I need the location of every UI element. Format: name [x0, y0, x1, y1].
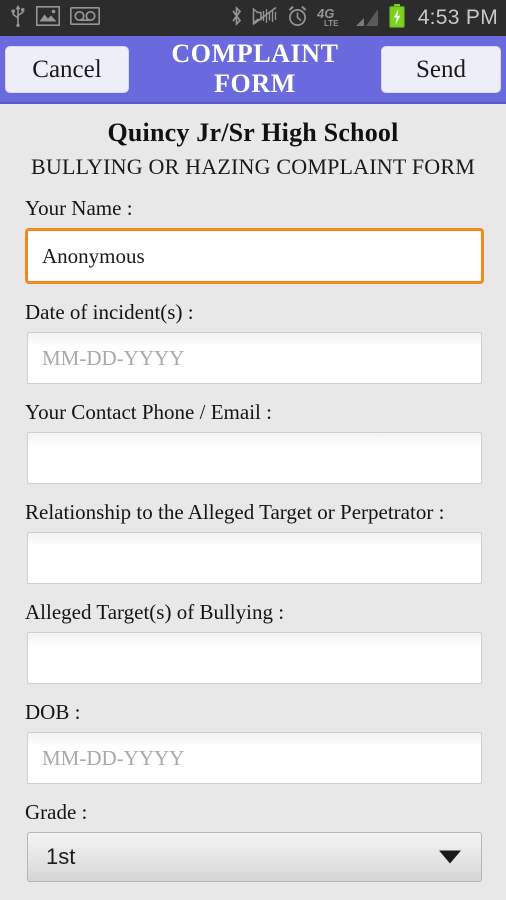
page-title: COMPLAINT FORM: [171, 39, 339, 98]
field-label: Date of incident(s) :: [25, 300, 194, 324]
field-row: Your Name :: [25, 196, 484, 284]
text-input[interactable]: [27, 732, 482, 784]
status-bar-clock: 4:53 PM: [417, 6, 498, 29]
image-icon: [36, 5, 60, 31]
send-button[interactable]: Send: [381, 45, 501, 93]
signal-bars-icon: [354, 5, 380, 32]
form-subtitle: BULLYING OR HAZING COMPLAINT FORM: [30, 154, 475, 179]
voicemail-icon: [70, 6, 100, 30]
app-header: Cancel COMPLAINT FORM Send: [0, 36, 506, 104]
field-row: Your Contact Phone / Email :: [25, 400, 482, 484]
field-row: Relationship to the Alleged Target or Pe…: [25, 500, 482, 584]
bluetooth-icon: [230, 5, 243, 32]
form-scroll-area[interactable]: Quincy Jr/Sr High School BULLYING OR HAZ…: [0, 104, 506, 900]
chevron-down-icon: [439, 850, 461, 864]
status-bar-left-icons: [10, 4, 100, 32]
battery-charging-icon: [388, 3, 405, 33]
field-row: DOB :: [25, 700, 482, 784]
grade-select[interactable]: 1st: [27, 832, 482, 882]
text-input[interactable]: [27, 632, 482, 684]
field-label: DOB :: [25, 700, 81, 724]
field-row: Alleged Target(s) of Bullying :: [25, 600, 482, 684]
text-input[interactable]: [27, 332, 482, 384]
grade-select-value: 1st: [46, 844, 76, 869]
text-input[interactable]: [27, 532, 482, 584]
alarm-icon: [287, 5, 308, 32]
status-bar-right-icons: 4G LTE 4:53 PM: [230, 3, 498, 33]
field-label: Alleged Target(s) of Bullying :: [25, 600, 285, 624]
cancel-button[interactable]: Cancel: [5, 45, 129, 93]
school-name-heading: Quincy Jr/Sr High School: [107, 118, 399, 147]
field-label-grade: Grade :: [25, 800, 88, 824]
field-label: Your Contact Phone / Email :: [25, 400, 272, 424]
status-bar: 4G LTE 4:53 PM: [0, 0, 506, 36]
4g-lte-icon: 4G LTE: [316, 5, 345, 32]
text-input[interactable]: [27, 432, 482, 484]
svg-text:LTE: LTE: [324, 19, 339, 27]
text-input[interactable]: [25, 228, 484, 284]
form-fields: Your Name : Date of incident(s) : Your Con…: [25, 196, 484, 784]
field-row: Date of incident(s) :: [25, 300, 482, 384]
field-grade: Grade : 1st: [25, 800, 482, 882]
field-label: Relationship to the Alleged Target or Pe…: [25, 500, 445, 524]
field-label: Your Name :: [25, 196, 133, 220]
vibrate-icon: [252, 6, 278, 31]
usb-icon: [10, 4, 26, 32]
